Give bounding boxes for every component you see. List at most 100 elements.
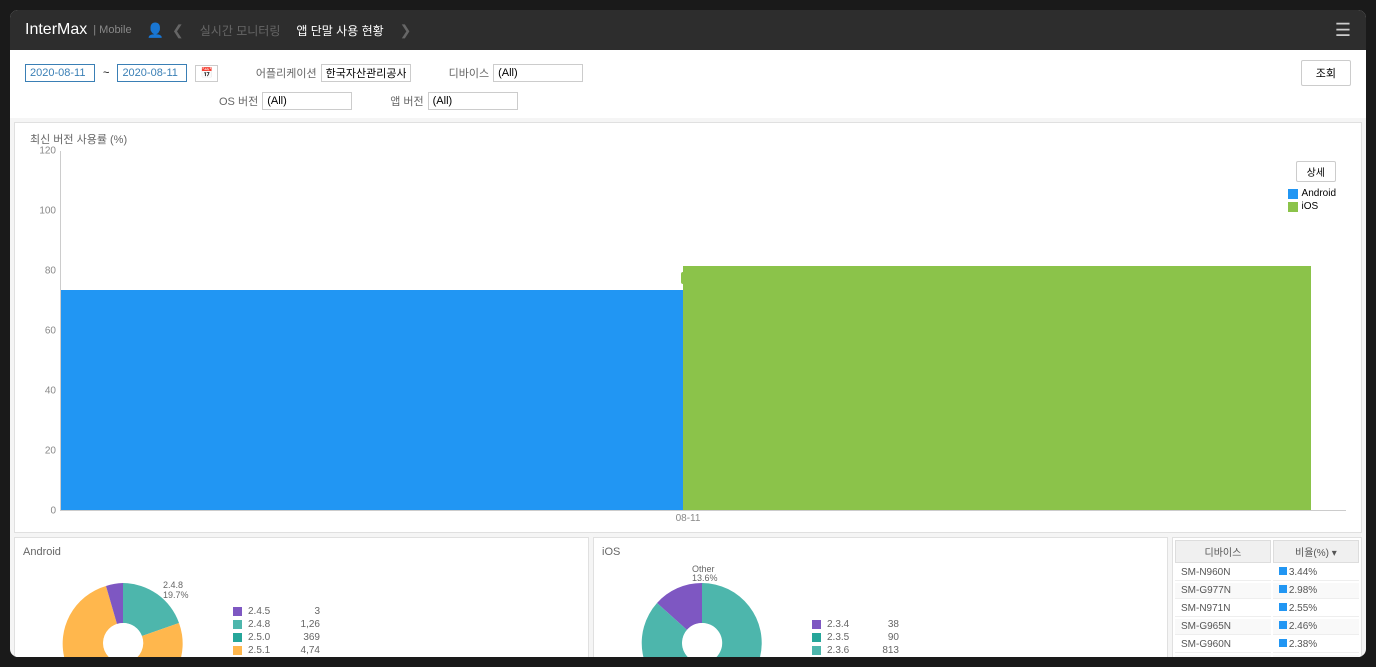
y-tick: 120 — [39, 146, 56, 157]
legend-swatch — [812, 646, 821, 655]
app-input[interactable] — [321, 64, 411, 82]
legend-swatch — [233, 646, 242, 655]
legend-value: 90 — [869, 632, 899, 643]
ratio-cell: 2.46% — [1273, 619, 1359, 635]
appver-label: 앱 버전 — [390, 93, 423, 109]
ratio-cell: 2.55% — [1273, 601, 1359, 617]
legend-value: 4,74 — [290, 645, 320, 656]
ios-pie[interactable]: Other 13.6% 2.3.6 86.3% — [602, 558, 802, 657]
plot-area[interactable]: 81.250 Android: 08-11 [73.423] 상세 Androi… — [60, 151, 1346, 511]
device-cell: SM-G977N — [1175, 583, 1271, 599]
legend-label: iOS — [1302, 201, 1319, 212]
legend-name: 2.5.1 — [248, 645, 284, 656]
legend-row[interactable]: 2.4.8 1,26 — [233, 619, 320, 630]
device-label: 디바이스 — [449, 65, 489, 81]
user-icon[interactable]: 👤 — [147, 22, 164, 39]
menu-icon[interactable]: ☰ — [1335, 20, 1351, 41]
device-cell: SM-N976N — [1175, 655, 1271, 657]
table-row[interactable]: SM-G977N2.98% — [1175, 583, 1359, 599]
ratio-cell: 2.32% — [1273, 655, 1359, 657]
logo-sub: | Mobile — [93, 24, 131, 36]
y-tick: 40 — [45, 386, 56, 397]
main-chart: 최신 버전 사용률 (%) 0 20 40 60 80 100 120 81.2… — [14, 122, 1362, 533]
detail-button[interactable]: 상세 — [1296, 161, 1336, 182]
legend-row[interactable]: 2.3.438 — [812, 619, 899, 630]
legend-value: 369 — [290, 632, 320, 643]
y-tick: 100 — [39, 206, 56, 217]
legend-swatch — [812, 633, 821, 642]
legend-value: 813 — [869, 645, 899, 656]
device-cell: SM-G960N — [1175, 637, 1271, 653]
legend-row[interactable]: 2.4.5 3 — [233, 606, 320, 617]
legend-value: 3 — [290, 606, 320, 617]
legend-swatch-ios — [1288, 202, 1298, 212]
query-button[interactable]: 조회 — [1301, 60, 1351, 86]
bottom-panels: Android 2.4.8 19.7% 2.5.1 74.3% 2.4.532.… — [14, 537, 1362, 657]
ios-pie-legend: 2.3.438 2.3.5 90 2.3.6 813 — [812, 619, 899, 658]
bar-icon — [1279, 639, 1287, 647]
y-axis: 0 20 40 60 80 100 120 — [30, 151, 60, 511]
bar-icon — [1279, 567, 1287, 575]
logo: InterMax — [25, 21, 87, 39]
date-from-input[interactable] — [25, 64, 95, 82]
device-table[interactable]: 디바이스 비율(%) ▾ SM-N960N3.44%SM-G977N2.98%S… — [1172, 537, 1362, 657]
nav-realtime[interactable]: 실시간 모니터링 — [200, 22, 281, 39]
os-input[interactable] — [262, 92, 352, 110]
legend-row[interactable]: 2.3.6 813 — [812, 645, 899, 656]
legend-swatch-android — [1288, 189, 1298, 199]
pie-label: 13.6% — [692, 573, 718, 583]
y-tick: 20 — [45, 446, 56, 457]
ratio-cell: 3.44% — [1273, 565, 1359, 581]
ratio-cell: 2.98% — [1273, 583, 1359, 599]
date-to-input[interactable] — [117, 64, 187, 82]
legend-name: 2.4.5 — [248, 606, 284, 617]
ios-pie-panel: iOS Other 13.6% 2.3.6 86.3% 2.3.438 2.3.5… — [593, 537, 1168, 657]
y-tick: 80 — [45, 266, 56, 277]
ios-pie-title: iOS — [602, 546, 1159, 558]
legend-name: 2.4.8 — [248, 619, 284, 630]
calendar-icon[interactable]: 📅 — [195, 65, 217, 82]
nav-app-device[interactable]: 앱 단말 사용 현황 — [296, 22, 383, 39]
legend-row[interactable]: 2.5.0 369 — [233, 632, 320, 643]
table-row[interactable]: SM-N960N3.44% — [1175, 565, 1359, 581]
chart-legend: 상세 Android iOS — [1288, 161, 1336, 212]
col-device[interactable]: 디바이스 — [1175, 540, 1271, 563]
appver-input[interactable] — [428, 92, 518, 110]
x-axis-label: 08-11 — [30, 513, 1346, 524]
legend-name: 2.5.0 — [248, 632, 284, 643]
y-tick: 60 — [45, 326, 56, 337]
bar-icon — [1279, 585, 1287, 593]
table-row[interactable]: SM-G960N2.38% — [1175, 637, 1359, 653]
bar-android[interactable]: 81.250 Android: 08-11 [73.423] — [61, 290, 687, 510]
table-row[interactable]: SM-N971N2.55% — [1175, 601, 1359, 617]
legend-value: 1,26 — [290, 619, 320, 630]
legend-swatch — [233, 607, 242, 616]
legend-row[interactable]: 2.5.1 4,74 — [233, 645, 320, 656]
chart-title: 최신 버전 사용률 (%) — [30, 131, 1346, 147]
device-cell: SM-N971N — [1175, 601, 1271, 617]
nav-next-icon[interactable]: ❯ — [400, 22, 412, 39]
bar-ios[interactable] — [683, 266, 1311, 510]
device-cell: SM-G965N — [1175, 619, 1271, 635]
ratio-cell: 2.38% — [1273, 637, 1359, 653]
legend-name: 2.3.5 — [827, 632, 863, 643]
table-row[interactable]: SM-G965N2.46% — [1175, 619, 1359, 635]
filter-bar-2: OS 버전 앱 버전 — [10, 92, 1366, 118]
android-pie-panel: Android 2.4.8 19.7% 2.5.1 74.3% 2.4.532.… — [14, 537, 589, 657]
legend-label: Android — [1302, 188, 1336, 199]
android-pie-title: Android — [23, 546, 580, 558]
table-row[interactable]: SM-N976N2.32% — [1175, 655, 1359, 657]
legend-row[interactable]: 2.3.5 90 — [812, 632, 899, 643]
col-ratio[interactable]: 비율(%) ▾ — [1273, 540, 1359, 563]
legend-swatch — [233, 620, 242, 629]
legend-name: 2.3.6 — [827, 645, 863, 656]
pie-label: 2.4.8 — [163, 580, 183, 590]
app-window: InterMax | Mobile 👤 ❮ 실시간 모니터링 앱 단말 사용 현… — [10, 10, 1366, 657]
device-input[interactable] — [493, 64, 583, 82]
device-cell: SM-N960N — [1175, 565, 1271, 581]
android-pie[interactable]: 2.4.8 19.7% 2.5.1 74.3% — [23, 558, 223, 657]
bar-chart: 0 20 40 60 80 100 120 81.250 Android: 08… — [30, 151, 1346, 511]
y-tick: 0 — [50, 506, 56, 517]
nav-prev-icon[interactable]: ❮ — [172, 22, 184, 39]
pie-label: 19.7% — [163, 590, 189, 600]
